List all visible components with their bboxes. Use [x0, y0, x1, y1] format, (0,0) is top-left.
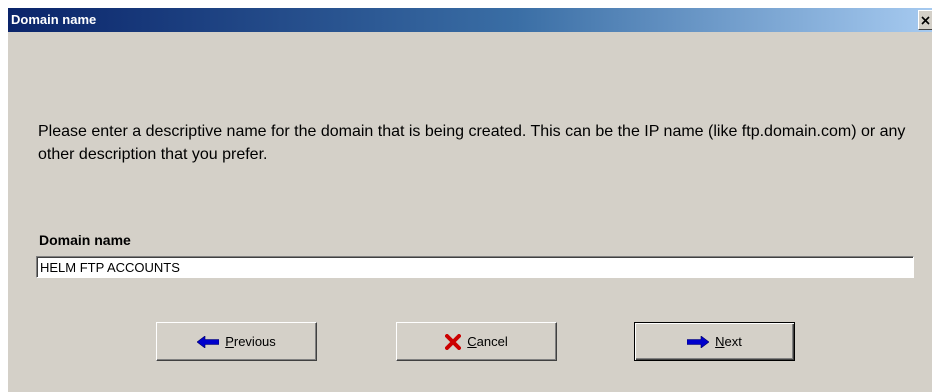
cancel-button[interactable]: Cancel	[396, 322, 557, 361]
arrow-right-icon	[687, 335, 710, 348]
previous-button[interactable]: Previous	[156, 322, 317, 361]
close-button[interactable]	[918, 10, 932, 30]
title-bar[interactable]: Domain name	[8, 8, 932, 32]
next-button-label: Next	[715, 334, 742, 349]
previous-button-label: Previous	[225, 334, 276, 349]
x-icon	[445, 333, 462, 350]
cancel-button-label: Cancel	[467, 334, 508, 349]
domain-name-input[interactable]	[36, 256, 914, 278]
domain-name-label: Domain name	[39, 232, 131, 248]
close-icon	[921, 15, 930, 25]
instruction-text: Please enter a descriptive name for the …	[38, 123, 906, 163]
next-button[interactable]: Next	[634, 322, 795, 361]
window-title: Domain name	[11, 12, 97, 27]
dialog-window: Domain name Please enter a descriptive n…	[8, 8, 932, 392]
arrow-left-icon	[197, 335, 220, 348]
